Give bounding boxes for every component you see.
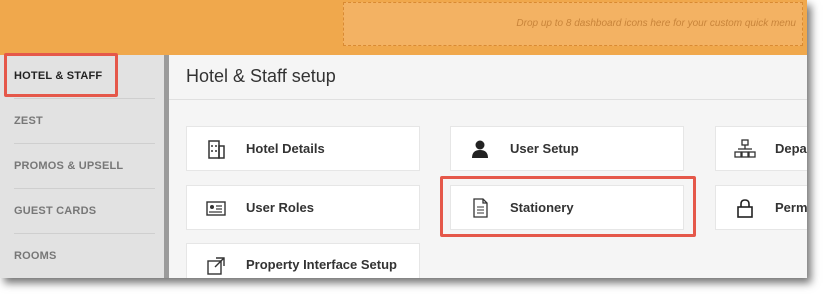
quick-menu-dropzone[interactable]: Drop up to 8 dashboard icons here for yo… [343, 2, 803, 46]
card-label: Property Interface Setup [246, 257, 397, 272]
card-label: Hotel Details [246, 141, 325, 156]
sidebar-item-promos-upsell[interactable]: PROMOS & UPSELL [14, 160, 123, 172]
card-label: Perm [775, 200, 807, 215]
lock-icon [737, 199, 753, 218]
dropzone-text: Drop up to 8 dashboard icons here for yo… [516, 18, 796, 29]
card-label: Depa [775, 141, 807, 156]
highlight-box-hotel-staff [4, 53, 118, 97]
sidebar-divider [14, 188, 155, 189]
highlight-box-stationery [440, 176, 696, 237]
card-departments[interactable]: Depa [715, 126, 807, 171]
sidebar-divider [14, 233, 155, 234]
org-chart-icon [734, 139, 756, 158]
top-bar: Drop up to 8 dashboard icons here for yo… [0, 0, 807, 55]
external-link-icon [207, 257, 225, 275]
card-user-roles[interactable]: User Roles [186, 185, 420, 230]
id-card-icon [206, 201, 226, 216]
card-property-interface-setup[interactable]: Property Interface Setup [186, 243, 420, 278]
sidebar-divider [14, 98, 155, 99]
card-hotel-details[interactable]: Hotel Details [186, 126, 420, 171]
sidebar-item-rooms[interactable]: ROOMS [14, 250, 57, 262]
building-icon [208, 140, 225, 159]
card-label: User Setup [510, 141, 579, 156]
app-window: Drop up to 8 dashboard icons here for yo… [0, 0, 807, 278]
page-title: Hotel & Staff setup [186, 66, 336, 86]
sidebar-item-zest[interactable]: ZEST [14, 115, 43, 127]
title-divider [169, 99, 807, 100]
user-icon [472, 140, 488, 158]
sidebar-divider [14, 143, 155, 144]
card-user-setup[interactable]: User Setup [450, 126, 684, 171]
sidebar-item-guest-cards[interactable]: GUEST CARDS [14, 205, 96, 217]
card-permissions[interactable]: Perm [715, 185, 807, 230]
card-label: User Roles [246, 200, 314, 215]
